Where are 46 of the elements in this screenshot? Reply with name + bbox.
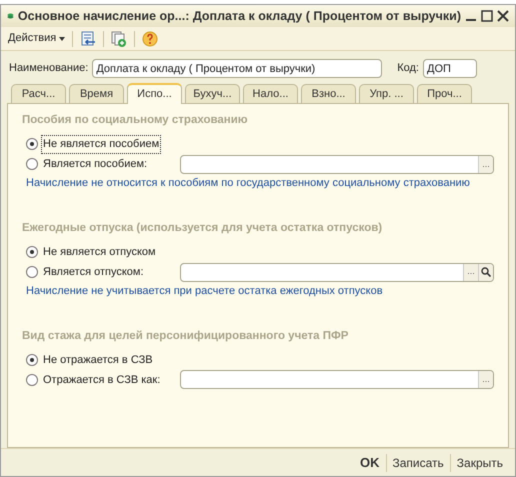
dropdown-caret-icon — [59, 36, 66, 40]
copy-add-icon[interactable] — [111, 30, 128, 46]
tab[interactable]: Нало... — [243, 84, 298, 103]
radio-label[interactable]: Является пособием: — [41, 155, 150, 174]
info-note: Начисление не относится к пособиям по государственному социальному страхованию — [25, 176, 471, 192]
maximize-icon[interactable] — [481, 10, 493, 22]
select-field[interactable]: ... — [180, 154, 494, 174]
radio-label[interactable]: Не является отпуском — [41, 242, 158, 262]
select-button[interactable]: ... — [478, 371, 493, 388]
radio-label[interactable]: Не является пособием — [41, 135, 162, 154]
select-field[interactable]: ... — [180, 262, 494, 282]
radio-label[interactable]: Отражается в СЗВ как: — [41, 370, 162, 389]
tab[interactable]: Упр. ... — [359, 84, 414, 103]
radio-button[interactable] — [26, 158, 38, 170]
help-icon[interactable] — [142, 30, 158, 46]
radio-button[interactable] — [26, 374, 38, 386]
radio-label[interactable]: Является отпуском: — [41, 262, 146, 282]
select-button[interactable]: ... — [478, 156, 493, 173]
close-icon[interactable] — [497, 10, 509, 22]
name-field[interactable]: Доплата к окладу ( Процентом от выручки) — [92, 59, 382, 78]
info-note: Начисление не учитывается при расчете остатка ежегодных отпусков — [25, 284, 384, 299]
code-label: Код: — [397, 61, 419, 76]
select-button[interactable]: ... — [463, 264, 478, 280]
actions-menu[interactable]: Действия — [5, 29, 68, 48]
tab[interactable]: Испо... — [127, 83, 182, 104]
radio-button[interactable] — [26, 246, 38, 258]
radio-button[interactable] — [26, 354, 38, 366]
dialog-button[interactable]: OK — [354, 452, 386, 472]
tab[interactable]: Расч... — [11, 84, 66, 103]
section-heading: Пособия по социальному страхованию — [22, 113, 249, 128]
tab[interactable]: Бухуч... — [185, 84, 240, 103]
tab[interactable]: Время — [69, 84, 124, 103]
search-icon[interactable] — [481, 267, 491, 277]
section-heading: Вид стажа для целей персонифицированного учета ПФР — [22, 328, 350, 344]
window-title: Основное начисление ор...: Доплата к окладу ( Процентом от выручки) — [18, 8, 461, 25]
radio-button[interactable] — [26, 138, 38, 150]
name-label: Наименование: — [9, 61, 88, 76]
section-heading: Ежегодные отпуска (используется для учета остатка отпусков) — [22, 220, 384, 236]
dialog-button[interactable]: Записать — [386, 454, 450, 472]
select-field[interactable]: ... — [180, 370, 494, 390]
dialog-button[interactable]: Закрыть — [450, 454, 509, 472]
tab[interactable]: Проч... — [417, 84, 472, 103]
radio-label[interactable]: Не отражается в СЗВ — [41, 350, 155, 369]
code-field[interactable]: ДОП — [423, 59, 477, 78]
tab[interactable]: Взно... — [301, 84, 356, 103]
radio-button[interactable] — [26, 266, 38, 278]
